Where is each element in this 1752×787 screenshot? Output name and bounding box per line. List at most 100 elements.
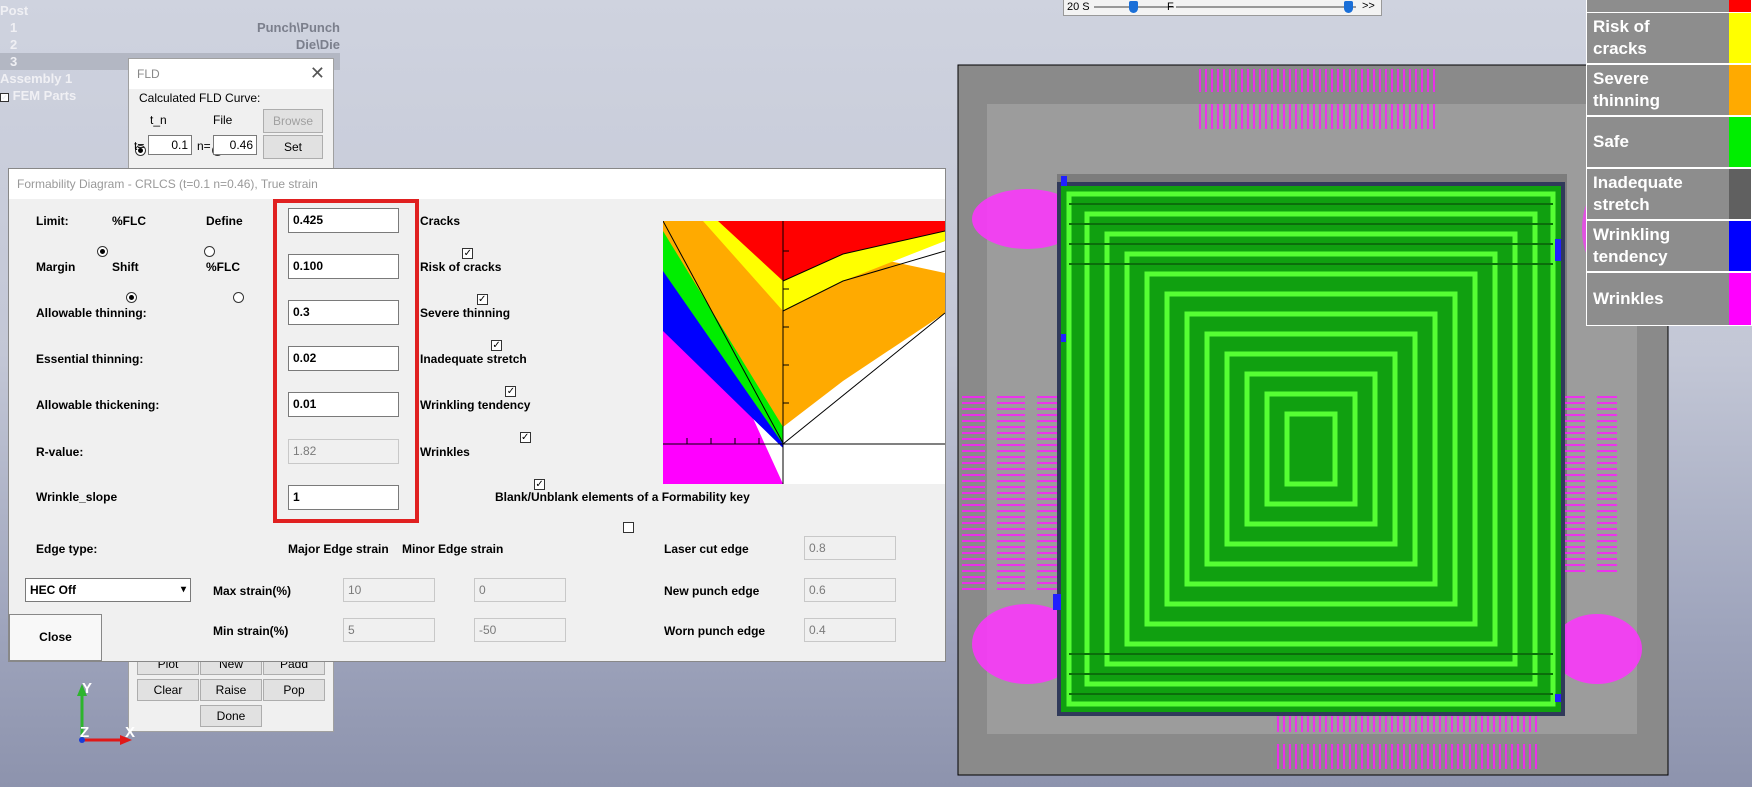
min-minor-input: -50 [474,618,566,642]
legend-risk-of-cracks: Risk of cracks [1586,12,1752,64]
wrinkling-tendency-label: Wrinkling tendency [420,398,531,412]
legend-swatch [1729,117,1751,167]
margin-flc-label: %FLC [206,260,240,274]
allowable-thickening-label: Allowable thickening: [36,398,160,412]
fld-title-bar: FLD [129,59,333,89]
margin-shift-radio[interactable] [125,292,137,303]
legend-swatch [1729,273,1751,325]
severe-thinning-checkbox[interactable]: ✓ [491,340,503,351]
animation-toolbar: 20 S F >> [1063,0,1382,16]
frame-slider-thumb[interactable] [1344,1,1353,13]
legend-severe-thinning: Severe thinning [1586,64,1752,116]
formability-legend: Risk of cracks Severe thinning Safe Inad… [1586,0,1752,329]
r-value-label: R-value: [36,445,84,459]
max-major-input: 10 [343,578,435,602]
blank-unblank-checkbox[interactable] [623,522,635,533]
legend-label: Wrinkles [1593,289,1664,308]
legend-swatch [1729,13,1751,63]
legend-wrinkling-tendency: Wrinkling tendency [1586,220,1752,272]
legend-safe: Safe [1586,116,1752,168]
tree-post[interactable]: Post [0,2,340,19]
dialog-title-bar: Formability Diagram - CRLCS (t=0.1 n=0.4… [9,169,945,199]
limit-define-radio[interactable] [204,246,216,257]
n-label: n= [197,139,211,153]
limit-define-label: Define [206,214,243,228]
edge-type-label: Edge type: [36,542,98,556]
legend-label: Wrinkling tendency [1593,225,1671,266]
tn-radio-label: t_n [150,113,167,127]
tree-item-part: Punch\Punch [256,20,340,35]
t-label: t= [134,139,145,153]
wrinkle-slope-label: Wrinkle_slope [36,490,118,504]
legend-swatch [1729,169,1751,219]
speed-slider-thumb[interactable] [1129,1,1138,13]
file-radio-label: File [213,113,233,127]
legend-label: Severe thinning [1593,69,1661,110]
highlight-box [273,199,419,523]
minor-edge-label: Minor Edge strain [402,542,504,556]
clear-button[interactable]: Clear [137,679,199,701]
hec-select[interactable]: HEC Off ▾ [25,578,191,602]
axis-y-label: Y [82,680,93,697]
legend-swatch [1729,65,1751,115]
new-punch-input: 0.6 [804,578,896,602]
tree-item[interactable]: 2 Die\Die [0,36,340,53]
risk-of-cracks-label: Risk of cracks [420,260,502,274]
set-button[interactable]: Set [263,135,323,159]
limit-flc-label: %FLC [112,214,146,228]
new-punch-label: New punch edge [664,584,760,598]
done-button[interactable]: Done [200,705,262,727]
laser-cut-label: Laser cut edge [664,542,749,556]
raise-button[interactable]: Raise [200,679,262,701]
t-field[interactable]: 0.1 [148,135,192,155]
inadequate-stretch-checkbox[interactable]: ✓ [505,386,517,397]
n-field[interactable]: 0.46 [213,135,257,155]
tree-item-part: Die\Die [295,37,340,52]
pop-button[interactable]: Pop [263,679,325,701]
legend-swatch [1729,221,1751,271]
tree-item-num: 2 [10,37,18,52]
toolbar-next-button[interactable]: >> [1362,0,1375,12]
worn-punch-input: 0.4 [804,618,896,642]
wrinkling-tendency-checkbox[interactable]: ✓ [519,432,531,443]
min-major-input: 5 [343,618,435,642]
cracks-label: Cracks [420,214,461,228]
worn-punch-label: Worn punch edge [664,624,766,638]
min-strain-label: Min strain(%) [213,624,289,638]
tree-item[interactable]: 1 Punch\Punch [0,19,340,36]
browse-button[interactable]: Browse [263,109,323,133]
frame-slider-track[interactable] [1176,6,1356,8]
fld-diagram [663,221,945,484]
essential-thinning-label: Essential thinning: [36,352,144,366]
blank-unblank-label: Blank/Unblank elements of a Formability … [495,490,750,504]
risk-of-cracks-checkbox[interactable]: ✓ [476,294,488,305]
legend-label: Safe [1593,132,1629,151]
limit-flc-radio[interactable] [97,246,108,257]
hec-select-value: HEC Off [30,583,76,597]
axis-x-label: X [125,724,136,741]
fem-parts-checkbox[interactable]: ✓ [0,93,9,102]
close-button[interactable]: Close [9,614,102,661]
legend-swatch [1729,0,1751,12]
max-strain-label: Max strain(%) [213,584,292,598]
legend-inadequate-stretch: Inadequate stretch [1586,168,1752,220]
formability-dialog: Formability Diagram - CRLCS (t=0.1 n=0.4… [8,168,946,662]
tree-fem-parts-label: FEM Parts [12,88,77,103]
cracks-checkbox[interactable]: ✓ [462,248,474,259]
wrinkles-checkbox[interactable]: ✓ [534,479,546,490]
tree-item-num: 1 [10,20,18,35]
legend-label: Risk of cracks [1593,17,1650,58]
limit-label: Limit: [36,214,69,228]
legend-label: Inadequate stretch [1593,173,1683,214]
margin-flc-radio[interactable] [233,292,245,303]
toolbar-speed-label: 20 S [1067,1,1090,13]
legend-wrinkles: Wrinkles [1586,272,1752,326]
tree-assembly-label: Assembly 1 [0,71,73,86]
severe-thinning-label: Severe thinning [420,306,511,320]
margin-label: Margin [36,260,76,274]
simulation-viewport[interactable] [957,64,1670,776]
chevron-down-icon: ▾ [180,584,186,595]
tree-item-num: 3 [10,54,18,69]
tree-post-label: Post [0,3,29,18]
fld-close-icon[interactable]: ✕ [310,63,325,84]
